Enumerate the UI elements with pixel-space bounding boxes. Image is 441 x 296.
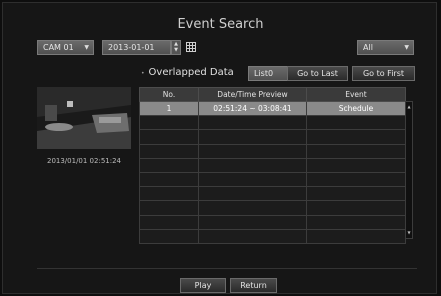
overlapped-data-label: Overlapped Data: [148, 67, 234, 78]
date-spinner[interactable]: ▲ ▼: [171, 40, 181, 55]
header-no: No.: [139, 87, 199, 102]
table-row-empty[interactable]: [139, 129, 406, 145]
play-button[interactable]: Play: [180, 278, 226, 293]
table-row-empty[interactable]: [139, 115, 406, 131]
table-scrollbar[interactable]: ▲ ▼: [405, 101, 413, 239]
go-to-first-button[interactable]: Go to First: [352, 66, 415, 81]
table-row-empty[interactable]: [139, 228, 406, 244]
cell-no: 1: [139, 100, 199, 117]
cell-event: Schedule: [306, 100, 406, 117]
event-table: No. Date/Time Preview Event 1 02:51:24 ~…: [139, 87, 406, 244]
table-header-row: No. Date/Time Preview Event: [139, 87, 406, 102]
go-to-last-button[interactable]: Go to Last: [287, 66, 348, 81]
table-row-empty[interactable]: [139, 157, 406, 173]
calendar-icon[interactable]: [186, 42, 196, 52]
table-row-empty[interactable]: [139, 171, 406, 188]
spinner-down-icon: ▼: [174, 47, 178, 53]
table-row-empty[interactable]: [139, 143, 406, 159]
filter-select[interactable]: All ▼: [357, 40, 414, 55]
overlapped-select-value: List0: [254, 69, 274, 78]
table-row-empty[interactable]: [139, 200, 406, 216]
chevron-down-icon: ▼: [84, 44, 89, 51]
header-event: Event: [306, 87, 406, 102]
bullet-icon: •: [141, 70, 145, 77]
preview-thumbnail: [37, 87, 131, 149]
table-row[interactable]: 1 02:51:24 ~ 03:08:41 Schedule: [139, 100, 406, 117]
date-field[interactable]: 2013-01-01: [102, 40, 171, 55]
camera-select[interactable]: CAM 01 ▼: [37, 40, 94, 55]
scroll-up-icon[interactable]: ▲: [406, 104, 412, 109]
date-value: 2013-01-01: [108, 43, 155, 52]
scroll-down-icon[interactable]: ▼: [406, 230, 412, 235]
page-title: Event Search: [177, 17, 264, 32]
preview-timestamp: 2013/01/01 02:51:24: [46, 157, 121, 165]
filter-select-value: All: [363, 43, 373, 52]
video-preview: [37, 87, 131, 149]
return-button[interactable]: Return: [230, 278, 277, 293]
cell-time: 02:51:24 ~ 03:08:41: [198, 100, 307, 117]
footer-divider: [37, 268, 417, 269]
overlapped-data-label-group: • Overlapped Data: [141, 67, 234, 78]
camera-select-value: CAM 01: [43, 43, 74, 52]
chevron-down-icon: ▼: [404, 44, 409, 51]
table-row-empty[interactable]: [139, 214, 406, 230]
table-row-empty[interactable]: [139, 186, 406, 202]
header-date-time: Date/Time Preview: [198, 87, 307, 102]
